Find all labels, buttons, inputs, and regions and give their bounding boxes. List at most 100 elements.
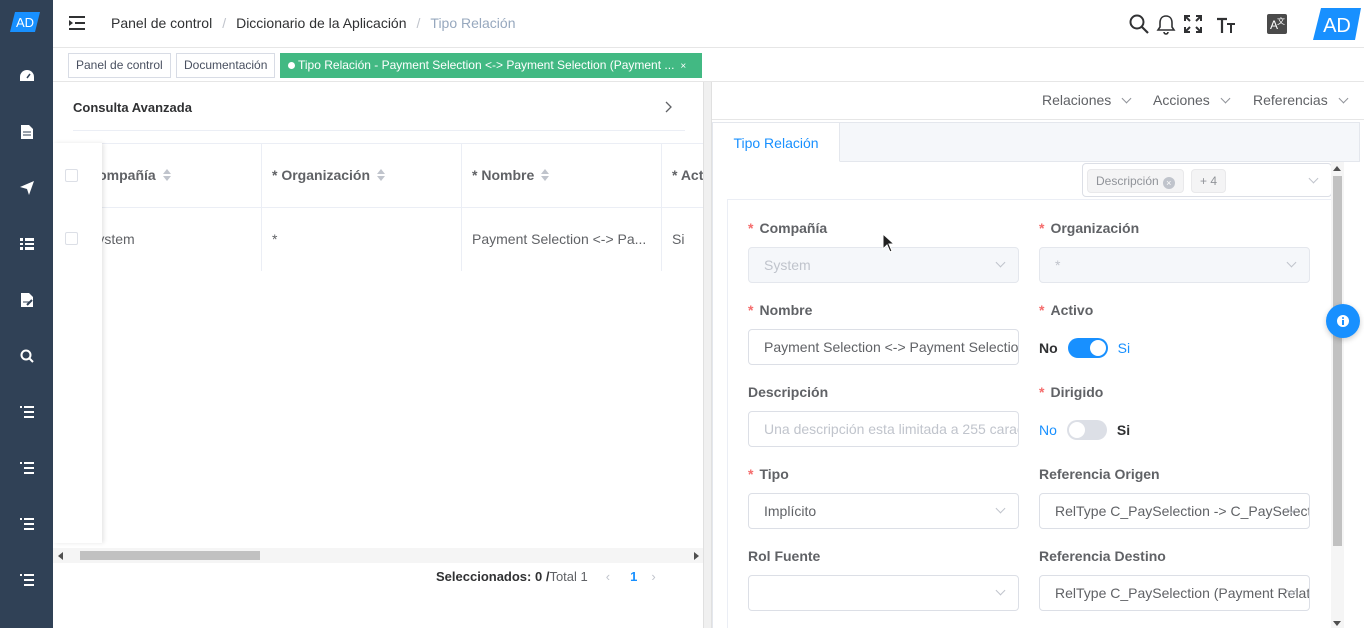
page-number[interactable]: 1 xyxy=(630,569,637,584)
prev-page-icon[interactable]: ‹ xyxy=(606,569,610,584)
scrollbar-thumb[interactable] xyxy=(1333,176,1342,546)
dashboard-icon[interactable] xyxy=(17,66,37,86)
breadcrumb: Panel de control / Diccionario de la Apl… xyxy=(111,15,516,31)
info-icon xyxy=(1337,315,1349,327)
filter-chip: Descripción × xyxy=(1087,169,1184,193)
tag-label: Documentación xyxy=(184,58,268,72)
next-page-icon[interactable]: › xyxy=(651,569,655,584)
org-select[interactable]: * xyxy=(1039,247,1310,283)
column-label: * Nombre xyxy=(472,167,535,183)
switch-off-label[interactable]: No xyxy=(1039,340,1058,356)
menu-relaciones[interactable]: Relaciones xyxy=(1042,92,1132,108)
select-all-checkbox[interactable] xyxy=(65,169,78,182)
scroll-up-icon[interactable] xyxy=(1333,166,1341,171)
description-input[interactable]: Una descripción esta limitada a 255 cara… xyxy=(748,411,1019,447)
tab-tipo-relacion[interactable]: Tipo Relación xyxy=(712,122,840,162)
type-label: * Tipo xyxy=(748,466,789,482)
directed-switch[interactable] xyxy=(1066,420,1107,440)
tag-panel-de-control[interactable]: Panel de control xyxy=(68,53,171,78)
fullscreen-icon[interactable] xyxy=(1182,13,1204,35)
document-icon[interactable] xyxy=(17,122,37,142)
vertical-scrollbar[interactable] xyxy=(1331,162,1344,628)
list-icon[interactable] xyxy=(17,458,37,478)
sort-icon[interactable] xyxy=(377,169,386,181)
bell-icon[interactable] xyxy=(1155,13,1177,35)
list-icon[interactable] xyxy=(17,570,37,590)
company-label: * Compañía xyxy=(748,220,827,236)
chevron-down-icon xyxy=(1220,93,1231,103)
tag-label: Tipo Relación - Payment Selection <-> Pa… xyxy=(298,58,675,72)
form-edit-icon[interactable] xyxy=(17,290,37,310)
close-icon[interactable]: × xyxy=(1162,177,1175,189)
scroll-down-icon[interactable] xyxy=(1333,621,1341,626)
search-icon[interactable] xyxy=(17,346,37,366)
select-value: RelType C_PaySelection -> C_PaySelection xyxy=(1055,503,1310,519)
records-panel: Consulta Avanzada Compañía * Organizació… xyxy=(53,82,703,628)
tags-view: Panel de control Documentación Tipo Rela… xyxy=(53,48,1364,82)
menu-label: Acciones xyxy=(1153,92,1210,108)
svg-text:AD: AD xyxy=(1323,15,1351,37)
advanced-query-collapse[interactable]: Consulta Avanzada xyxy=(73,82,685,131)
label-text: Organización xyxy=(1050,220,1140,236)
breadcrumb-item[interactable]: Panel de control xyxy=(111,15,212,31)
send-icon[interactable] xyxy=(17,178,37,198)
sort-icon[interactable] xyxy=(541,169,550,181)
switch-on-label[interactable]: Si xyxy=(1118,340,1130,356)
active-dot xyxy=(288,62,295,69)
menu-acciones[interactable]: Acciones xyxy=(1153,92,1231,108)
chevron-down-icon xyxy=(995,585,1006,596)
hamburger-icon[interactable] xyxy=(69,14,87,32)
switch-on-label[interactable]: Si xyxy=(1117,422,1130,438)
info-button[interactable] xyxy=(1326,304,1360,338)
avatar[interactable]: AD xyxy=(1311,8,1361,40)
switch-off-label[interactable]: No xyxy=(1039,422,1057,438)
close-icon[interactable]: × xyxy=(680,61,686,72)
column-divider xyxy=(261,144,262,271)
breadcrumb-separator: / xyxy=(416,15,421,31)
filter-more-chip: + 4 xyxy=(1191,169,1227,193)
column-header-org[interactable]: * Organización xyxy=(272,167,386,183)
label-text: Dirigido xyxy=(1050,384,1104,400)
selected-count: Seleccionados: 0 / xyxy=(436,569,550,584)
label-text: Activo xyxy=(1050,302,1094,318)
name-input[interactable]: Payment Selection <-> Payment Selection xyxy=(748,329,1019,365)
list-icon[interactable] xyxy=(17,514,37,534)
required-mark: * xyxy=(748,302,754,318)
tree-table-icon[interactable] xyxy=(17,234,37,254)
column-header-active[interactable]: * Activo xyxy=(672,167,703,183)
directed-switch-row: No Si xyxy=(1039,420,1130,440)
list-icon[interactable] xyxy=(17,402,37,422)
chevron-down-icon xyxy=(1308,173,1319,184)
translate-icon[interactable]: A文 xyxy=(1266,13,1288,35)
row-checkbox[interactable] xyxy=(65,232,78,245)
tag-documentacion[interactable]: Documentación xyxy=(176,53,276,78)
sort-icon[interactable] xyxy=(162,169,171,181)
column-header-name[interactable]: * Nombre xyxy=(472,167,550,183)
name-label: * Nombre xyxy=(748,302,812,318)
select-value: System xyxy=(764,257,811,273)
source-role-select[interactable] xyxy=(748,575,1019,611)
required-mark: * xyxy=(1039,384,1045,400)
type-select[interactable]: Implícito xyxy=(748,493,1019,529)
table-row[interactable]: System * Payment Selection <-> Pa... Si xyxy=(53,208,703,271)
logo[interactable]: AD xyxy=(10,12,40,32)
top-navbar: Panel de control / Diccionario de la Apl… xyxy=(53,0,1364,48)
target-ref-select[interactable]: RelType C_PaySelection (Payment Relation… xyxy=(1039,575,1310,611)
font-size-icon[interactable] xyxy=(1215,13,1237,35)
source-ref-select[interactable]: RelType C_PaySelection -> C_PaySelection xyxy=(1039,493,1310,529)
panel-splitter[interactable] xyxy=(703,82,712,628)
column-filter-select[interactable]: Descripción × + 4 xyxy=(1082,163,1332,197)
app-root: AD Panel de control / Diccionario de la … xyxy=(0,0,1364,628)
scroll-left-icon[interactable] xyxy=(58,552,63,560)
active-switch[interactable] xyxy=(1067,338,1108,358)
tab-bar: Tipo Relación xyxy=(712,122,1360,162)
scrollbar-thumb[interactable] xyxy=(80,551,260,560)
tag-tipo-relacion[interactable]: Tipo Relación - Payment Selection <-> Pa… xyxy=(280,53,702,78)
breadcrumb-item[interactable]: Diccionario de la Aplicación xyxy=(236,15,406,31)
menu-referencias[interactable]: Referencias xyxy=(1253,92,1349,108)
source-role-label: Rol Fuente xyxy=(748,548,821,564)
horizontal-scrollbar[interactable] xyxy=(53,548,703,563)
sidebar: AD xyxy=(0,0,53,628)
scroll-right-icon[interactable] xyxy=(694,552,699,560)
search-icon[interactable] xyxy=(1128,13,1150,35)
